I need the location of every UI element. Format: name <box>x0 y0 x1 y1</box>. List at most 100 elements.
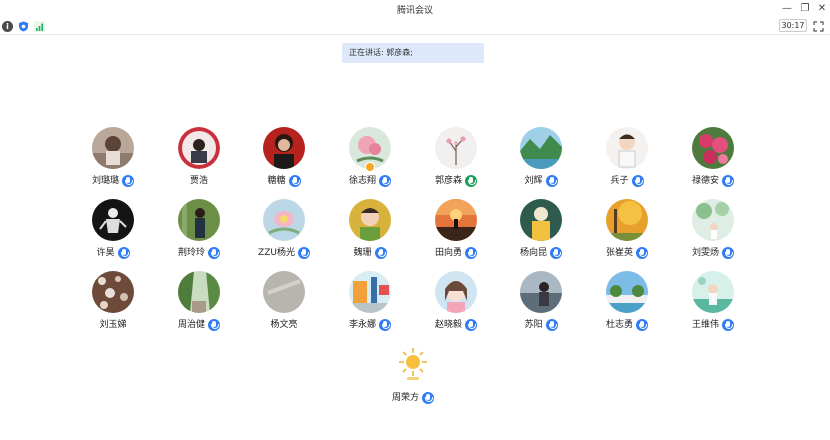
participant-name: 周荣方 <box>391 393 419 403</box>
signal-icon[interactable] <box>34 21 45 32</box>
microphone-active-icon[interactable] <box>465 175 477 187</box>
fullscreen-icon[interactable] <box>813 21 824 32</box>
participant-name: 魏珊 <box>353 248 372 258</box>
microphone-icon[interactable] <box>636 319 648 331</box>
avatar <box>606 199 648 241</box>
avatar <box>263 199 305 241</box>
participant-tile[interactable]: 魏珊 <box>330 199 410 265</box>
minimize-button[interactable]: — <box>780 2 794 16</box>
participant-tile[interactable]: 杨文亮 <box>244 271 324 337</box>
participant-tile[interactable]: 杜志勇 <box>587 271 667 337</box>
avatar <box>692 127 734 169</box>
participant-name: 郭彦森 <box>434 176 462 186</box>
participant-tile[interactable]: 王维伟 <box>673 271 753 337</box>
participant-tile[interactable]: 徐志翔 <box>330 127 410 193</box>
participant-tile[interactable]: 刘雯炀 <box>673 199 753 265</box>
participant-name: 杨文亮 <box>270 320 298 330</box>
avatar <box>178 271 220 313</box>
avatar <box>92 271 134 313</box>
participant-name: 糖糖 <box>267 176 286 186</box>
title-bar: 腾讯会议 — ❐ ✕ <box>0 0 830 18</box>
microphone-icon[interactable] <box>545 175 558 187</box>
restore-button[interactable]: ❐ <box>798 2 812 16</box>
participant-name: 田向勇 <box>434 248 462 258</box>
avatar <box>349 271 391 313</box>
participant-tile[interactable]: 禄德安 <box>673 127 753 193</box>
avatar <box>263 271 305 313</box>
microphone-icon[interactable] <box>379 175 391 187</box>
participant-name: 苏阳 <box>524 320 543 330</box>
participant-tile[interactable]: 郭彦森 <box>416 127 496 193</box>
microphone-icon[interactable] <box>722 247 734 259</box>
participant-tile[interactable]: 兵子 <box>587 127 667 193</box>
speaking-indicator: 正在讲话: 郭彦森; <box>342 43 484 63</box>
participant-name: 杜志勇 <box>605 320 633 330</box>
participant-tile[interactable]: 刘玉娣 <box>73 271 153 337</box>
toolbar: i 30:17 <box>0 18 830 35</box>
microphone-icon[interactable] <box>631 175 644 187</box>
microphone-icon[interactable] <box>722 175 734 187</box>
microphone-icon[interactable] <box>297 247 310 259</box>
participant-name: 禄德安 <box>691 176 719 186</box>
participant-tile[interactable]: 张崔英 <box>587 199 667 265</box>
microphone-icon[interactable] <box>208 247 220 259</box>
microphone-icon[interactable] <box>122 175 134 187</box>
participant-tile[interactable]: 刘璐璐 <box>73 127 153 193</box>
avatar <box>92 127 134 169</box>
microphone-icon[interactable] <box>117 247 130 259</box>
meeting-timer: 30:17 <box>779 19 807 32</box>
participant-tile[interactable]: ZZU杨光 <box>244 199 324 265</box>
participant-name: 张崔英 <box>605 248 633 258</box>
participant-tile[interactable]: 荆玲玲 <box>159 199 239 265</box>
avatar <box>692 271 734 313</box>
participant-name: 贾浩 <box>189 176 208 186</box>
microphone-icon[interactable] <box>422 392 434 404</box>
participant-tile[interactable]: 刘辉 <box>501 127 581 193</box>
avatar <box>606 271 648 313</box>
participant-name: 刘璐璐 <box>91 176 119 186</box>
avatar <box>392 344 434 386</box>
info-icon[interactable]: i <box>2 21 13 32</box>
participant-name: 兵子 <box>610 176 629 186</box>
participant-tile[interactable]: 周治健 <box>159 271 239 337</box>
participant-name: 王维伟 <box>691 320 719 330</box>
microphone-icon[interactable] <box>550 247 562 259</box>
microphone-icon[interactable] <box>288 175 301 187</box>
shield-icon[interactable] <box>18 21 29 32</box>
avatar <box>435 127 477 169</box>
participant-tile[interactable]: 周荣方 <box>373 344 453 410</box>
participant-name: 刘辉 <box>524 176 543 186</box>
avatar <box>435 271 477 313</box>
participant-tile[interactable]: 苏阳 <box>501 271 581 337</box>
microphone-icon[interactable] <box>722 319 734 331</box>
microphone-icon[interactable] <box>465 319 477 331</box>
participant-name: 荆玲玲 <box>177 248 205 258</box>
microphone-icon[interactable] <box>208 319 220 331</box>
microphone-icon[interactable] <box>465 247 477 259</box>
participant-name: 杨向昆 <box>519 248 547 258</box>
participant-tile[interactable]: 糖糖 <box>244 127 324 193</box>
avatar <box>520 199 562 241</box>
participant-name: 许昊 <box>96 248 115 258</box>
avatar <box>178 199 220 241</box>
avatar <box>178 127 220 169</box>
participant-tile[interactable]: 赵晓毅 <box>416 271 496 337</box>
participant-name: ZZU杨光 <box>258 248 295 258</box>
participant-tile[interactable]: 贾浩 <box>159 127 239 193</box>
participant-name: 李永娜 <box>348 320 376 330</box>
participant-tile[interactable]: 田向勇 <box>416 199 496 265</box>
participant-name: 刘玉娣 <box>99 320 127 330</box>
microphone-icon[interactable] <box>636 247 648 259</box>
close-button[interactable]: ✕ <box>815 2 829 16</box>
participant-name: 周治健 <box>177 320 205 330</box>
participant-name: 刘雯炀 <box>691 248 719 258</box>
microphone-icon[interactable] <box>545 319 558 331</box>
microphone-icon[interactable] <box>379 319 391 331</box>
participant-tile[interactable]: 李永娜 <box>330 271 410 337</box>
avatar <box>520 127 562 169</box>
participant-tile[interactable]: 许昊 <box>73 199 153 265</box>
window-title: 腾讯会议 <box>396 6 433 16</box>
avatar <box>606 127 648 169</box>
participant-tile[interactable]: 杨向昆 <box>501 199 581 265</box>
microphone-icon[interactable] <box>374 247 387 259</box>
